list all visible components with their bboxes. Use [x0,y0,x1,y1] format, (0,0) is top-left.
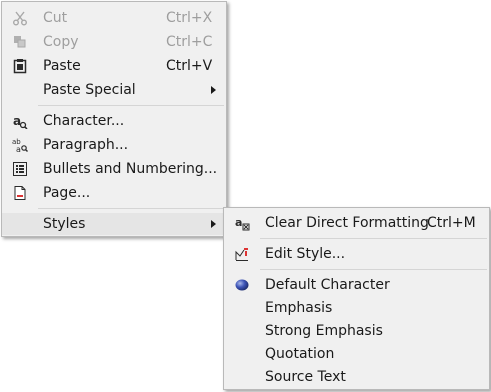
svg-text:a: a [235,216,242,229]
menu-item-label: Page... [43,185,91,201]
menu-item-label: Strong Emphasis [265,323,383,339]
menu-item-paste[interactable]: Paste Ctrl+V [2,55,226,77]
menu-item-label: Source Text [265,369,346,385]
menu-item-label: Copy [43,34,79,50]
selected-bullet-icon [234,277,250,293]
submenu-arrow-icon [211,220,216,228]
menu-item-default-character[interactable]: Default Character [224,274,489,296]
menu-item-styles[interactable]: Styles [2,213,226,235]
menu-item-label: Paste [43,58,81,74]
clear-formatting-icon: a [234,215,250,231]
menu-item-label: Character... [43,113,125,129]
menu-item-label: Cut [43,10,68,26]
menu-item-label: Quotation [265,346,335,362]
menu-item-label: Clear Direct Formatting [265,215,429,231]
menu-item-shortcut: Ctrl+M [427,215,476,231]
menu-item-character[interactable]: a Character... [2,110,226,132]
context-menu: Cut Ctrl+X Copy Ctrl+C Paste Ctrl+V Past… [1,1,227,237]
bullets-icon [12,161,28,177]
menu-separator [260,269,487,270]
menu-separator [260,238,487,239]
menu-item-page[interactable]: Page... [2,182,226,204]
paragraph-icon: ab a [12,137,28,153]
menu-separator [38,105,224,106]
menu-item-emphasis[interactable]: Emphasis [224,297,489,319]
edit-style-icon [234,246,250,262]
menu-item-label: Default Character [265,277,390,293]
menu-item-edit-style[interactable]: Edit Style... [224,243,489,265]
menu-item-shortcut: Ctrl+C [166,34,213,50]
menu-separator [38,208,224,209]
menu-item-label: Styles [43,216,86,232]
menu-item-cut[interactable]: Cut Ctrl+X [2,7,226,29]
styles-submenu: a Clear Direct Formatting Ctrl+M Edit St… [223,207,490,390]
menu-item-bullets-numbering[interactable]: Bullets and Numbering... [2,158,226,180]
submenu-arrow-icon [211,86,216,94]
menu-item-paste-special[interactable]: Paste Special [2,79,226,101]
menu-item-label: Bullets and Numbering... [43,161,218,177]
svg-text:a: a [16,145,21,153]
menu-item-source-text[interactable]: Source Text [224,366,489,388]
menu-item-label: Paragraph... [43,137,129,153]
menu-item-label: Paste Special [43,82,136,98]
menu-item-label: Edit Style... [265,246,346,262]
character-icon: a [12,113,28,129]
menu-item-shortcut: Ctrl+X [166,10,213,26]
paste-icon [12,58,28,74]
menu-item-label: Emphasis [265,300,333,316]
menu-item-quotation[interactable]: Quotation [224,343,489,365]
copy-icon [12,34,28,50]
menu-item-strong-emphasis[interactable]: Strong Emphasis [224,320,489,342]
cut-icon [12,10,28,26]
menu-item-copy[interactable]: Copy Ctrl+C [2,31,226,53]
menu-item-clear-direct-formatting[interactable]: a Clear Direct Formatting Ctrl+M [224,212,489,234]
page-icon [12,185,28,201]
svg-text:a: a [13,114,21,128]
menu-item-paragraph[interactable]: ab a Paragraph... [2,134,226,156]
menu-item-shortcut: Ctrl+V [166,58,213,74]
